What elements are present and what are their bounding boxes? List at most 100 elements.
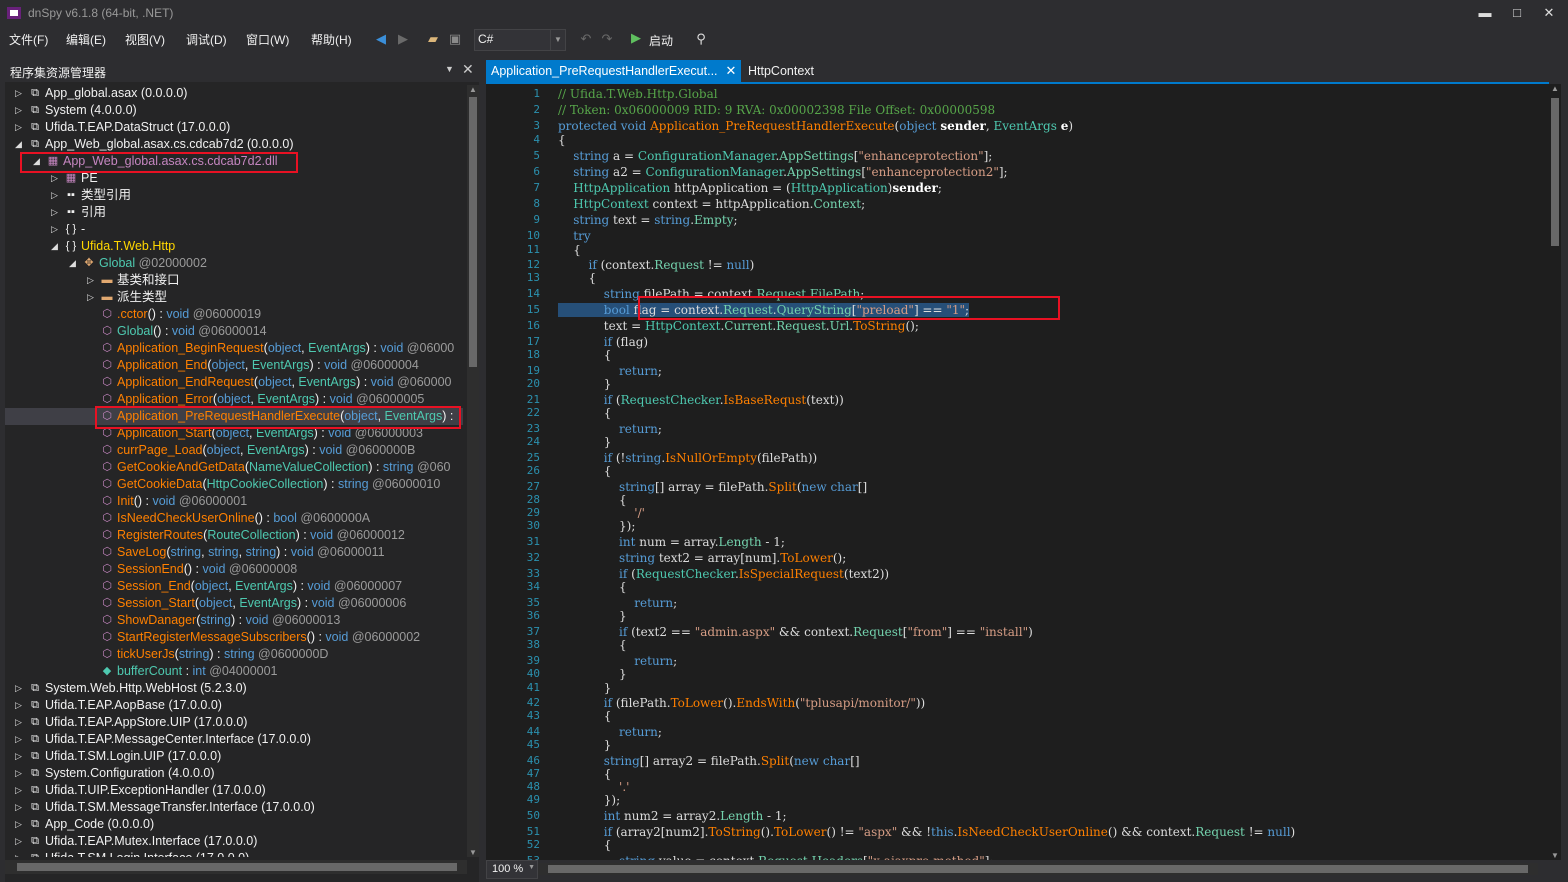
code-editor[interactable]: 1 2 3 4 5 6 7 8 9 10 11 12 13 14 15 16 17 18 19 20 21 22 23 24 2…: [486, 82, 1549, 862]
expand-icon[interactable]: ▷: [15, 765, 25, 782]
tree-node[interactable]: ⬡ GetCookieData(HttpCookieCollection) : s…: [5, 476, 463, 493]
tree-node[interactable]: ⬡ currPage_Load(object, EventArgs) : void…: [5, 442, 463, 459]
scroll-down-icon[interactable]: ▼: [469, 848, 477, 857]
tree-node[interactable]: ⬡ Application_BeginRequest(object, EventA…: [5, 340, 463, 357]
expand-icon[interactable]: ▷: [51, 204, 61, 221]
assembly-tree[interactable]: ▷ ⧉ App_global.asax (0.0.0.0) ▷ ⧉ System (4.0…: [5, 85, 463, 857]
tree-node[interactable]: ⬡ Application_End(object, EventArgs) : vo…: [5, 357, 463, 374]
tree-node[interactable]: ▷ ⧉ System.Web.Http.WebHost (5.2.3.0): [5, 680, 463, 697]
tree-node[interactable]: ▷ ▪▪ 类型引用: [5, 187, 463, 204]
scroll-down-icon[interactable]: ▼: [1551, 851, 1559, 860]
tree-node[interactable]: ▷ ▪▪ 引用: [5, 204, 463, 221]
minimize-icon[interactable]: ▬: [1470, 3, 1500, 23]
tree-node[interactable]: ◢ ⧉ App_Web_global.asax.cs.cdcab7d2 (0.0.0…: [5, 136, 463, 153]
expand-icon[interactable]: ▷: [87, 289, 97, 306]
tree-node[interactable]: ⬡ SessionEnd() : void @06000008: [5, 561, 463, 578]
menu-help[interactable]: 帮助(H): [311, 31, 352, 48]
search-icon[interactable]: ⚲: [692, 30, 710, 48]
tab-close-icon[interactable]: ✕: [726, 60, 737, 82]
scroll-thumb[interactable]: [548, 865, 1528, 873]
panel-dropdown-icon[interactable]: ▼: [445, 64, 454, 74]
tree-node[interactable]: ▷ ⧉ Ufida.T.SM.Login.UIP (17.0.0.0): [5, 748, 463, 765]
open-file-icon[interactable]: ▰: [424, 30, 442, 48]
tree-node[interactable]: ▷ ⧉ Ufida.T.EAP.DataStruct (17.0.0.0): [5, 119, 463, 136]
collapse-icon[interactable]: ◢: [69, 255, 79, 272]
tree-node[interactable]: ⬡ Global() : void @06000014: [5, 323, 463, 340]
tree-node[interactable]: ▷⧉Ufida.T.SM.Login.Interface (17.0.0.0): [5, 850, 463, 857]
scroll-thumb[interactable]: [469, 97, 477, 367]
expand-icon[interactable]: ▷: [15, 748, 25, 765]
tree-node[interactable]: ⬡ tickUserJs(string) : string @0600000D: [5, 646, 463, 663]
menu-file[interactable]: 文件(F): [9, 31, 48, 48]
tree-node[interactable]: ⬡ IsNeedCheckUserOnline() : bool @0600000…: [5, 510, 463, 527]
expand-icon[interactable]: ▷: [15, 816, 25, 833]
menu-window[interactable]: 窗口(W): [246, 31, 289, 48]
tree-node[interactable]: ▷ ⧉ Ufida.T.EAP.AopBase (17.0.0.0): [5, 697, 463, 714]
back-icon[interactable]: ◀: [372, 30, 390, 48]
tree-node[interactable]: ▷ { } -: [5, 221, 463, 238]
expand-icon[interactable]: ▷: [15, 833, 25, 850]
menu-debug[interactable]: 调试(D): [186, 31, 227, 48]
tree-node[interactable]: ▷ ▬ 派生类型: [5, 289, 463, 306]
code-area[interactable]: // Ufida.T.Web.Http.Global // Token: 0x06…: [558, 84, 1549, 862]
tree-node[interactable]: ▷ ⧉ Ufida.T.UIP.ExceptionHandler (17.0.0.0…: [5, 782, 463, 799]
scroll-up-icon[interactable]: ▲: [469, 85, 477, 94]
maximize-icon[interactable]: □: [1502, 3, 1532, 23]
tree-node[interactable]: ▷ ⧉ App_global.asax (0.0.0.0): [5, 85, 463, 102]
menu-edit[interactable]: 编辑(E): [66, 31, 106, 48]
expand-icon[interactable]: ▷: [15, 782, 25, 799]
tree-node[interactable]: ▷ ⧉ App_Code (0.0.0.0): [5, 816, 463, 833]
forward-icon[interactable]: ▶: [394, 30, 412, 48]
expand-icon[interactable]: ▷: [51, 221, 61, 238]
expand-icon[interactable]: ▷: [51, 187, 61, 204]
tree-node[interactable]: ▷ ⧉ Ufida.T.SM.MessageTransfer.Interface (…: [5, 799, 463, 816]
tree-node[interactable]: ◢ { } Ufida.T.Web.Http: [5, 238, 463, 255]
undo-icon[interactable]: ↶: [577, 30, 595, 48]
panel-close-icon[interactable]: ✕: [462, 61, 474, 78]
expand-icon[interactable]: ▷: [15, 850, 25, 857]
tree-node[interactable]: ◢ ✥ Global @02000002: [5, 255, 463, 272]
tree-node[interactable]: ⬡ RegisterRoutes(RouteCollection) : void …: [5, 527, 463, 544]
expand-icon[interactable]: ▷: [15, 119, 25, 136]
tree-node[interactable]: ◆ bufferCount : int @04000001: [5, 663, 463, 680]
editor-vertical-scrollbar[interactable]: ▲ ▼: [1549, 84, 1561, 860]
tree-node[interactable]: ⬡ Session_Start(object, EventArgs) : void…: [5, 595, 463, 612]
save-icon[interactable]: ▣: [446, 30, 464, 48]
tree-node[interactable]: ▷ ▬ 基类和接口: [5, 272, 463, 289]
redo-icon[interactable]: ↷: [598, 30, 616, 48]
expand-icon[interactable]: ▷: [87, 272, 97, 289]
scroll-thumb[interactable]: [1551, 98, 1559, 246]
close-icon[interactable]: ✕: [1534, 3, 1564, 23]
tree-node[interactable]: ▷ ⧉ Ufida.T.EAP.Mutex.Interface (17.0.0.0): [5, 833, 463, 850]
expand-icon[interactable]: ▷: [15, 85, 25, 102]
menu-view[interactable]: 视图(V): [125, 31, 165, 48]
expand-icon[interactable]: ▷: [15, 680, 25, 697]
collapse-icon[interactable]: ◢: [51, 238, 61, 255]
tree-node[interactable]: ⬡ SaveLog(string, string, string) : void …: [5, 544, 463, 561]
tree-node[interactable]: ⬡ GetCookieAndGetData(NameValueCollection…: [5, 459, 463, 476]
zoom-select[interactable]: 100 % ▼: [486, 860, 538, 879]
tab-application-prerequesthandlerexecute[interactable]: Application_PreRequestHandlerExecut... ✕: [486, 60, 742, 82]
tree-vertical-scrollbar[interactable]: ▲ ▼: [467, 85, 479, 857]
tree-node[interactable]: ▷ ⧉ Ufida.T.EAP.AppStore.UIP (17.0.0.0): [5, 714, 463, 731]
tree-node[interactable]: ⬡ Application_EndRequest(object, EventArg…: [5, 374, 463, 391]
tree-node[interactable]: ⬡ Init() : void @06000001: [5, 493, 463, 510]
collapse-icon[interactable]: ◢: [15, 136, 25, 153]
scroll-thumb[interactable]: [17, 863, 457, 871]
expand-icon[interactable]: ▷: [15, 731, 25, 748]
tree-node[interactable]: ⬡ ShowDanager(string) : void @06000013: [5, 612, 463, 629]
scroll-up-icon[interactable]: ▲: [1551, 84, 1559, 93]
tree-node[interactable]: ▷ ⧉ Ufida.T.EAP.MessageCenter.Interface (1…: [5, 731, 463, 748]
tree-node[interactable]: ▷ ⧉ System (4.0.0.0): [5, 102, 463, 119]
tree-node[interactable]: ⬡ StartRegisterMessageSubscribers() : voi…: [5, 629, 463, 646]
expand-icon[interactable]: ▷: [15, 697, 25, 714]
expand-icon[interactable]: ▷: [15, 714, 25, 731]
tree-horizontal-scrollbar[interactable]: [5, 860, 467, 874]
tree-node[interactable]: ⬡ Session_End(object, EventArgs) : void @…: [5, 578, 463, 595]
language-select[interactable]: C# ▼: [474, 29, 566, 51]
editor-horizontal-scrollbar[interactable]: [538, 863, 1538, 875]
expand-icon[interactable]: ▷: [15, 102, 25, 119]
tree-node[interactable]: ▷ ⧉ System.Configuration (4.0.0.0): [5, 765, 463, 782]
expand-icon[interactable]: ▷: [15, 799, 25, 816]
tab-httpcontext[interactable]: HttpContext: [743, 60, 819, 82]
